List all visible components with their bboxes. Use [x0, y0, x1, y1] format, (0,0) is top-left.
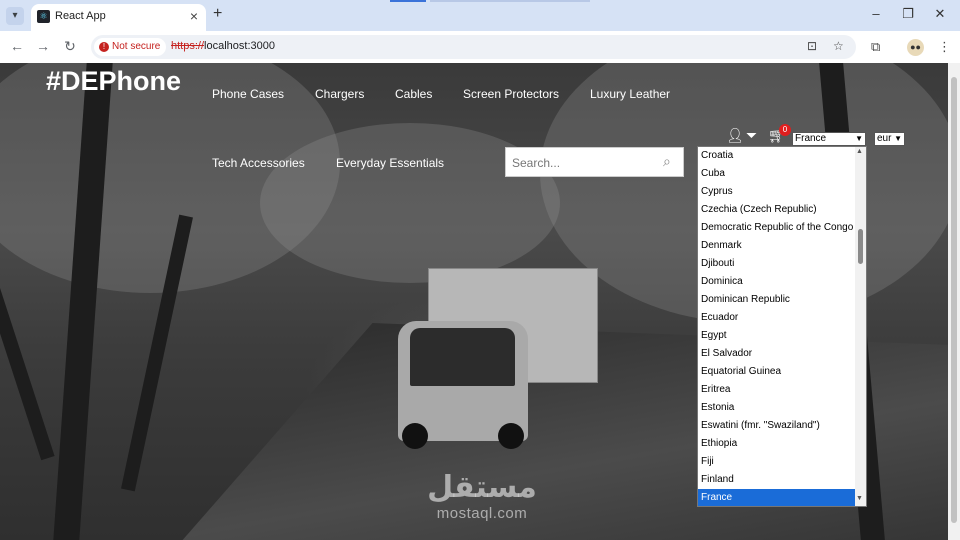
security-label: Not secure	[112, 41, 161, 52]
nav-cables[interactable]: Cables	[395, 87, 432, 101]
nav-screen-protectors[interactable]: Screen Protectors	[463, 87, 559, 101]
tab-bar: ▾ ⚛ React App × + – ❐ ✕	[0, 0, 960, 31]
url-scheme: https://	[171, 40, 205, 52]
country-select[interactable]: France ▼	[792, 132, 866, 146]
country-option[interactable]: France	[698, 489, 855, 506]
currency-select-value: eur	[877, 133, 892, 144]
security-chip[interactable]: ! Not secure	[94, 38, 167, 56]
cart-count-badge: 0	[779, 124, 791, 136]
truck-wheel	[498, 423, 524, 449]
react-favicon-icon: ⚛	[37, 10, 50, 23]
country-option[interactable]: Egypt	[698, 327, 855, 345]
chevron-down-icon: ▼	[894, 134, 902, 143]
nav-luxury-leather[interactable]: Luxury Leather	[590, 87, 670, 101]
country-option[interactable]: Dominican Republic	[698, 291, 855, 309]
address-bar[interactable]: ! Not secure https://localhost:3000 ⊡ ☆	[91, 35, 856, 59]
nav-tech-accessories[interactable]: Tech Accessories	[212, 156, 305, 170]
nav-phone-cases[interactable]: Phone Cases	[212, 87, 284, 101]
country-option[interactable]: Croatia	[698, 147, 855, 165]
nav-chargers[interactable]: Chargers	[315, 87, 364, 101]
dropdown-scrollbar[interactable]: ▲ ▼	[855, 147, 866, 506]
page-scrollbar[interactable]	[948, 63, 960, 540]
country-option[interactable]: El Salvador	[698, 345, 855, 363]
warning-icon: !	[99, 42, 109, 52]
install-app-icon[interactable]: ⊡	[807, 39, 817, 53]
search-icon[interactable]: ⌕	[663, 153, 671, 170]
forward-icon[interactable]: →	[34, 38, 52, 54]
tab-title: React App	[55, 10, 106, 22]
mostaql-watermark: مستقل mostaql.com	[422, 470, 542, 523]
currency-select[interactable]: eur ▼	[874, 132, 905, 146]
new-tab-icon[interactable]: +	[213, 5, 222, 23]
country-option[interactable]: Djibouti	[698, 255, 855, 273]
scroll-down-icon[interactable]: ▼	[856, 495, 863, 502]
country-option[interactable]: Finland	[698, 471, 855, 489]
country-option[interactable]: Eswatini (fmr. "Swaziland")	[698, 417, 855, 435]
country-dropdown-list[interactable]: Croatia Cuba Cyprus Czechia (Czech Republic…	[697, 146, 867, 507]
country-option[interactable]: Fiji	[698, 453, 855, 471]
site-logo[interactable]: #DEPhone	[46, 66, 181, 97]
tree-branch-left	[0, 265, 55, 461]
url-text[interactable]: https://localhost:3000	[171, 40, 275, 52]
nav-everyday-essentials[interactable]: Everyday Essentials	[336, 156, 444, 170]
browser-toolbar: ← → ↻ ! Not secure https://localhost:300…	[0, 31, 960, 63]
extensions-icon[interactable]: ⧉	[871, 39, 880, 55]
close-window-icon[interactable]: ✕	[930, 6, 950, 22]
restore-icon[interactable]: ❐	[898, 6, 918, 22]
country-option[interactable]: Denmark	[698, 237, 855, 255]
back-icon[interactable]: ←	[8, 38, 26, 54]
country-option[interactable]: Ethiopia	[698, 435, 855, 453]
tab-search-menu-icon[interactable]: ▾	[6, 7, 24, 25]
minimize-icon[interactable]: –	[866, 6, 886, 21]
reload-icon[interactable]: ↻	[61, 38, 79, 55]
country-option[interactable]: Estonia	[698, 399, 855, 417]
watermark-arabic: مستقل	[427, 470, 537, 505]
filter-icon[interactable]: ⏷	[746, 127, 757, 144]
country-option[interactable]: Equatorial Guinea	[698, 363, 855, 381]
tab-strip-shadow	[430, 0, 590, 2]
country-select-value: France	[795, 133, 827, 144]
search-input[interactable]	[512, 154, 657, 172]
country-option[interactable]: Eritrea	[698, 381, 855, 399]
dropdown-scroll-thumb[interactable]	[858, 229, 863, 264]
truck-windshield-image	[410, 328, 515, 386]
country-option[interactable]: Dominica	[698, 273, 855, 291]
browser-menu-icon[interactable]: ⋮	[938, 39, 951, 55]
country-option[interactable]: Cyprus	[698, 183, 855, 201]
scroll-up-icon[interactable]: ▲	[856, 148, 863, 155]
watermark-latin: mostaql.com	[436, 505, 528, 522]
bookmark-star-icon[interactable]: ☆	[833, 39, 844, 53]
country-option[interactable]: Ecuador	[698, 309, 855, 327]
browser-tab[interactable]: ⚛ React App ×	[31, 4, 206, 31]
country-option[interactable]: Czechia (Czech Republic)	[698, 201, 855, 219]
search-box: ⌕	[505, 147, 684, 177]
country-option[interactable]: Cuba	[698, 165, 855, 183]
tab-strip-highlight	[390, 0, 426, 2]
country-option[interactable]: Democratic Republic of the Congo	[698, 219, 855, 237]
profile-avatar[interactable]: ●●	[907, 39, 924, 56]
tab-close-icon[interactable]: ×	[190, 8, 198, 24]
truck-wheel	[402, 423, 428, 449]
chevron-down-icon: ▼	[855, 134, 863, 143]
user-icon[interactable]: 👤︎	[726, 127, 744, 144]
page-scroll-thumb[interactable]	[951, 77, 957, 523]
url-host: localhost:3000	[204, 40, 275, 52]
